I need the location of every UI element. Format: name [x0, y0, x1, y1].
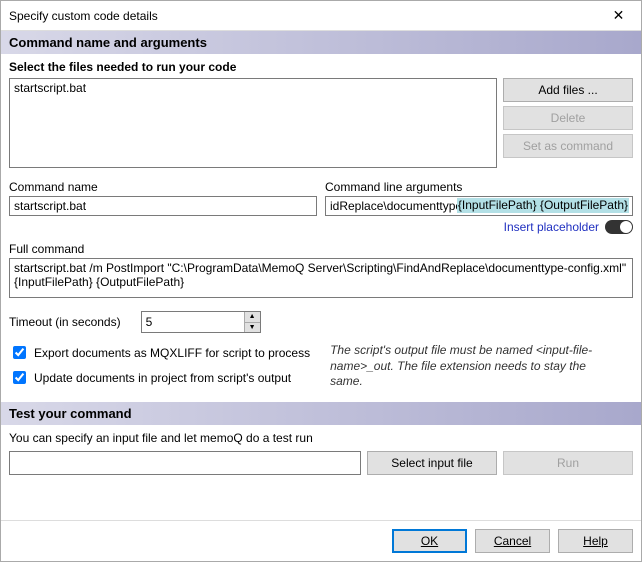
select-input-file-button[interactable]: Select input file [367, 451, 497, 475]
args-label: Command line arguments [325, 180, 633, 194]
files-list[interactable]: startscript.bat [9, 78, 497, 168]
command-name-input[interactable] [9, 196, 317, 216]
run-button[interactable]: Run [503, 451, 633, 475]
delete-button[interactable]: Delete [503, 106, 633, 130]
dialog-window: Specify custom code details ✕ Command na… [0, 0, 642, 562]
test-input-file[interactable] [9, 451, 361, 475]
set-as-command-button[interactable]: Set as command [503, 134, 633, 158]
files-label: Select the files needed to run your code [9, 60, 633, 74]
list-item[interactable]: startscript.bat [14, 81, 492, 95]
fullcommand-text[interactable]: startscript.bat /m PostImport "C:\Progra… [9, 258, 633, 298]
update-label: Update documents in project from script'… [34, 371, 291, 385]
output-hint: The script's output file must be named <… [330, 343, 610, 390]
args-input[interactable] [325, 196, 633, 216]
export-checkbox[interactable] [13, 346, 26, 359]
export-checkbox-row[interactable]: Export documents as MQXLIFF for script t… [9, 343, 310, 362]
section-header-test: Test your command [1, 402, 641, 425]
timeout-stepper[interactable]: ▲ ▼ [141, 311, 261, 333]
section-header-command: Command name and arguments [1, 31, 641, 54]
test-desc: You can specify an input file and let me… [9, 431, 633, 445]
close-icon[interactable]: ✕ [596, 1, 641, 30]
spinner-down-icon[interactable]: ▼ [245, 323, 260, 333]
timeout-label: Timeout (in seconds) [9, 315, 121, 329]
fullcommand-label: Full command [9, 242, 633, 256]
insert-placeholder-label: Insert placeholder [504, 220, 599, 234]
titlebar: Specify custom code details ✕ [1, 1, 641, 31]
window-title: Specify custom code details [9, 9, 596, 23]
spinner-up-icon[interactable]: ▲ [245, 312, 260, 323]
insert-placeholder-toggle[interactable] [605, 220, 633, 234]
update-checkbox-row[interactable]: Update documents in project from script'… [9, 368, 310, 387]
export-label: Export documents as MQXLIFF for script t… [34, 346, 310, 360]
timeout-input[interactable] [142, 312, 244, 332]
command-name-label: Command name [9, 180, 317, 194]
add-files-button[interactable]: Add files ... [503, 78, 633, 102]
help-button[interactable]: Help [558, 529, 633, 553]
ok-button[interactable]: OK [392, 529, 467, 553]
update-checkbox[interactable] [13, 371, 26, 384]
dialog-footer: OK Cancel Help [1, 520, 641, 561]
cancel-button[interactable]: Cancel [475, 529, 550, 553]
